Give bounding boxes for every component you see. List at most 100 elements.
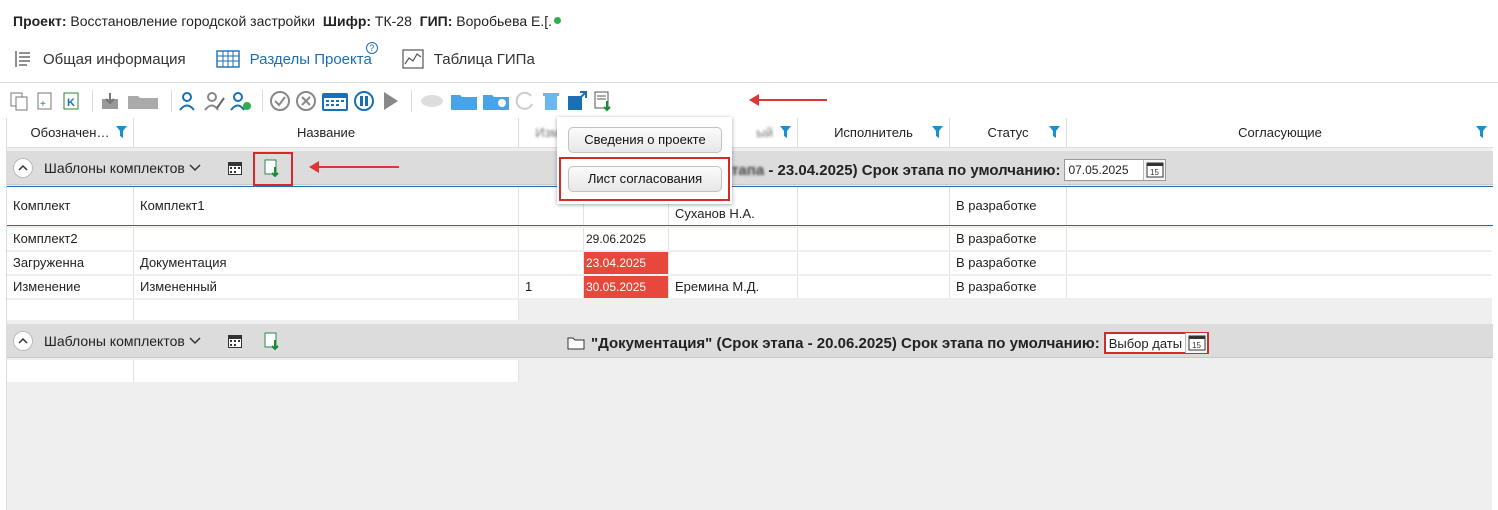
- calendar-picker-button[interactable]: 15: [1143, 160, 1166, 180]
- templates-dropdown[interactable]: Шаблоны комплектов: [44, 333, 201, 349]
- svg-text:K: K: [67, 97, 75, 109]
- toolbar: + K: [8, 88, 618, 114]
- cell-designation: Комплект2: [7, 228, 134, 250]
- cell-date: 29.06.2025: [584, 228, 669, 250]
- cell-name: Документация: [134, 252, 519, 274]
- cell-status: В разработке: [950, 252, 1067, 274]
- cell-approvers: [1067, 228, 1493, 250]
- user-icon[interactable]: [178, 90, 200, 112]
- highlight-approval-sheet: [559, 157, 730, 201]
- cell-date-overdue: 30.05.2025: [584, 276, 669, 298]
- tab-gip-table[interactable]: Таблица ГИПа: [402, 49, 535, 69]
- approve-icon[interactable]: [269, 90, 291, 112]
- highlight-export-button: [253, 152, 293, 186]
- tab-label: Разделы Проекта: [249, 50, 372, 68]
- svg-text:15: 15: [1150, 168, 1159, 177]
- group-title-1: этапа - 23.04.2025) Срок этапа по умолча…: [723, 159, 1167, 181]
- cell-responsible: Еремина М.Д.: [669, 276, 798, 298]
- pause-icon[interactable]: [353, 90, 375, 112]
- templates-dropdown[interactable]: Шаблоны комплектов: [44, 160, 201, 176]
- col-executor[interactable]: Исполнитель: [798, 118, 950, 148]
- cell-executor: [798, 187, 950, 225]
- eye-icon[interactable]: [418, 90, 446, 112]
- svg-text:15: 15: [1192, 341, 1201, 350]
- toolbar-separator: [262, 90, 263, 112]
- user-check-icon[interactable]: [230, 90, 252, 112]
- annotation-arrow-group: [309, 161, 399, 173]
- tab-label: Общая информация: [43, 50, 186, 68]
- sections-grid: Обозначен… Название Изме ый Исполнитель …: [6, 118, 1493, 510]
- filter-icon[interactable]: [116, 126, 127, 138]
- trash-icon[interactable]: [540, 90, 562, 112]
- tab-label: Таблица ГИПа: [433, 50, 535, 68]
- filter-icon[interactable]: [780, 126, 791, 138]
- gip-value: Воробьева Е.[.: [456, 13, 553, 29]
- refresh-icon[interactable]: [514, 90, 536, 112]
- chevron-down-icon: [189, 337, 201, 345]
- chevron-up-icon: [18, 337, 28, 344]
- calendar-picker-button[interactable]: 15: [1185, 333, 1208, 353]
- toolbar-separator: [411, 90, 412, 112]
- cell-responsible: [669, 228, 798, 250]
- tab-project-sections[interactable]: Разделы Проекта ?: [215, 42, 378, 68]
- folder-icon[interactable]: [125, 90, 161, 112]
- export-popup-menu: Сведения о проекте Лист согласования: [557, 117, 732, 204]
- filter-icon[interactable]: [1476, 126, 1487, 138]
- calendar-icon[interactable]: [321, 90, 349, 112]
- table-row[interactable]: Комплект Комплект1 24.07.2025 Суханов Н.…: [7, 186, 1493, 226]
- reject-icon[interactable]: [295, 90, 317, 112]
- cell-designation: Комплект: [7, 187, 134, 225]
- add-doc-icon[interactable]: +: [34, 90, 56, 112]
- cell-approvers: [1067, 187, 1493, 225]
- folder-icon: [567, 337, 585, 350]
- cell-name: Измененный: [134, 276, 519, 298]
- cell-designation: Изменение: [7, 276, 134, 298]
- filter-icon[interactable]: [1049, 126, 1060, 138]
- table-row[interactable]: Изменение Измененный 1 30.05.2025 Еремин…: [7, 276, 1493, 298]
- list-icon: [15, 51, 30, 67]
- external-link-icon[interactable]: [566, 90, 588, 112]
- cell-change: [519, 252, 584, 274]
- folder-blue-icon[interactable]: [450, 90, 478, 112]
- default-date-input[interactable]: 07.05.2025 15: [1064, 159, 1167, 181]
- cell-name: Комплект1: [134, 187, 519, 225]
- export-doc-icon[interactable]: [264, 332, 280, 350]
- folder-refresh-icon[interactable]: [482, 90, 510, 112]
- toolbar-separator: [92, 90, 93, 112]
- collapse-toggle[interactable]: [13, 158, 33, 178]
- cell-change: 1: [519, 276, 584, 298]
- cell-executor: [798, 252, 950, 274]
- col-approvers[interactable]: Согласующие: [1067, 118, 1493, 148]
- download-icon[interactable]: [99, 90, 121, 112]
- cell-designation: Загруженна: [7, 252, 134, 274]
- col-designation[interactable]: Обозначен…: [7, 118, 134, 148]
- header-divider: [0, 82, 1498, 83]
- group-header-2: Шаблоны комплектов "Документация" (Срок …: [7, 324, 1493, 358]
- project-header: Проект: Восстановление городской застрой…: [13, 13, 562, 29]
- export-doc-icon[interactable]: [592, 90, 614, 112]
- table-row[interactable]: Загруженна Документация 23.04.2025 В раз…: [7, 252, 1493, 274]
- cell-empty: [7, 300, 134, 320]
- calendar-icon[interactable]: [227, 160, 243, 176]
- cell-status: В разработке: [950, 187, 1067, 225]
- table-row[interactable]: Комплект2 29.06.2025 В разработке: [7, 228, 1493, 250]
- table-icon: [215, 50, 240, 68]
- copy-doc-icon[interactable]: [8, 90, 30, 112]
- k-doc-icon[interactable]: K: [60, 90, 82, 112]
- col-status[interactable]: Статус: [950, 118, 1067, 148]
- empty-row: [7, 360, 519, 382]
- online-status-icon: [554, 17, 562, 24]
- play-icon[interactable]: [379, 90, 401, 112]
- chevron-down-icon: [189, 164, 201, 172]
- group-title-2: "Документация" (Срок этапа - 20.06.2025)…: [567, 332, 1210, 354]
- default-date-input[interactable]: Выбор даты 15: [1103, 332, 1210, 354]
- help-icon[interactable]: ?: [365, 42, 378, 54]
- sheet-icon: [402, 49, 424, 69]
- col-name[interactable]: Название: [134, 118, 519, 148]
- calendar-icon[interactable]: [227, 333, 243, 349]
- user-edit-icon[interactable]: [204, 90, 226, 112]
- filter-icon[interactable]: [932, 126, 943, 138]
- collapse-toggle[interactable]: [13, 331, 33, 351]
- tab-general-info[interactable]: Общая информация: [13, 49, 186, 69]
- project-info-button[interactable]: Сведения о проекте: [568, 127, 722, 153]
